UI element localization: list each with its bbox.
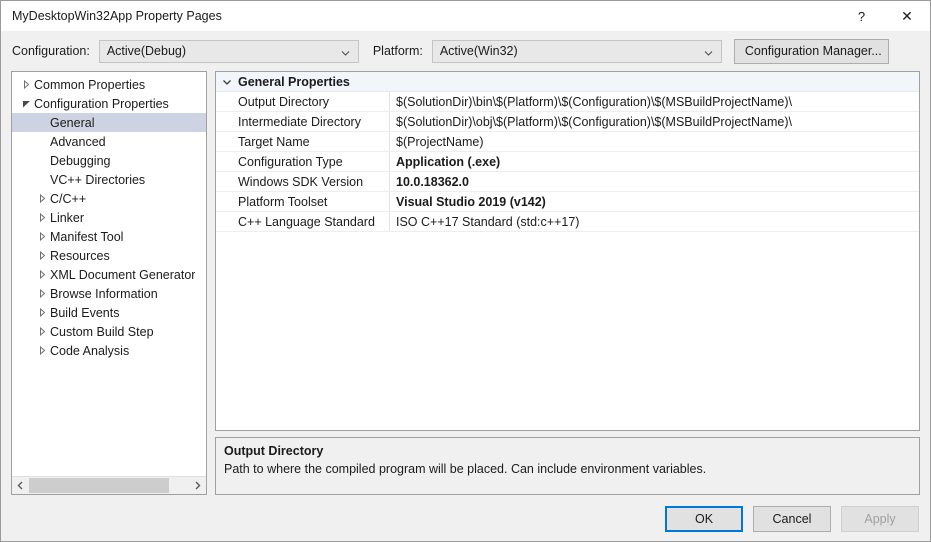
platform-dropdown[interactable]: Active(Win32) [431, 39, 722, 63]
grid-row[interactable]: Windows SDK Version 10.0.18362.0 [216, 172, 919, 192]
tree-item-c-c[interactable]: C/C++ [12, 189, 206, 208]
grid-row-name: Intermediate Directory [238, 112, 390, 131]
grid-category-header[interactable]: General Properties [216, 72, 919, 92]
scrollbar-track[interactable] [29, 477, 189, 494]
tree-item-label: C/C++ [50, 191, 87, 206]
expand-triangle-icon[interactable] [34, 232, 50, 241]
tree-item-debugging[interactable]: Debugging [12, 151, 206, 170]
platform-value: Active(Win32) [439, 44, 518, 58]
tree-item-label: VC++ Directories [50, 172, 146, 187]
tree-item-code-analysis[interactable]: Code Analysis [12, 341, 206, 360]
description-pane: Output Directory Path to where the compi… [215, 437, 920, 495]
tree-item-label: Debugging [50, 153, 111, 168]
tree-item-browse-information[interactable]: Browse Information [12, 284, 206, 303]
tree-item-label: XML Document Generator [50, 267, 196, 282]
grid-row-name: Windows SDK Version [238, 172, 390, 191]
tree-item-linker[interactable]: Linker [12, 208, 206, 227]
tree-item-common-properties[interactable]: Common Properties [12, 75, 206, 94]
tree-item-label: Linker [50, 210, 85, 225]
grid-rows: Output Directory $(SolutionDir)\bin\$(Pla… [216, 92, 919, 232]
tree-item-advanced[interactable]: Advanced [12, 132, 206, 151]
grid-row-value[interactable]: $(SolutionDir)\bin\$(Platform)\$(Configu… [390, 92, 919, 111]
tree-item-general[interactable]: General [12, 113, 206, 132]
title-bar: MyDesktopWin32App Property Pages ? ✕ [1, 1, 930, 31]
tree-item-manifest-tool[interactable]: Manifest Tool [12, 227, 206, 246]
grid-row-name: Output Directory [238, 92, 390, 111]
apply-button[interactable]: Apply [841, 505, 919, 532]
tree-item-label: Advanced [50, 134, 106, 149]
tree-item-label: Common Properties [34, 77, 146, 92]
tree-item-label: Browse Information [50, 286, 158, 301]
tree-horizontal-scrollbar[interactable] [12, 476, 206, 494]
cancel-button[interactable]: Cancel [753, 505, 831, 532]
grid-category-label: General Properties [238, 74, 350, 89]
description-title: Output Directory [224, 444, 324, 458]
grid-row-value[interactable]: 10.0.18362.0 [390, 172, 919, 191]
grid-row-value[interactable]: $(ProjectName) [390, 132, 919, 151]
ok-button[interactable]: OK [665, 505, 743, 532]
grid-row-value[interactable]: Visual Studio 2019 (v142) [390, 192, 919, 211]
tree-item-label: Code Analysis [50, 343, 130, 358]
expand-triangle-icon[interactable] [34, 251, 50, 260]
platform-label: Platform: [372, 44, 423, 58]
collapse-triangle-icon[interactable] [18, 99, 34, 108]
property-tree[interactable]: Common Properties Configuration Propertie… [12, 72, 206, 476]
chevron-down-icon[interactable] [216, 77, 238, 87]
expand-triangle-icon[interactable] [34, 346, 50, 355]
grid-row[interactable]: Target Name $(ProjectName) [216, 132, 919, 152]
title-bar-buttons: ? ✕ [839, 1, 930, 31]
grid-row-value[interactable]: Application (.exe) [390, 152, 919, 171]
grid-row[interactable]: Platform Toolset Visual Studio 2019 (v142… [216, 192, 919, 212]
property-pages-dialog: MyDesktopWin32App Property Pages ? ✕ Con… [0, 0, 931, 542]
help-button[interactable]: ? [839, 1, 884, 31]
grid-row[interactable]: C++ Language Standard ISO C++17 Standard … [216, 212, 919, 232]
grid-row[interactable]: Output Directory $(SolutionDir)\bin\$(Pla… [216, 92, 919, 112]
dialog-body: Common Properties Configuration Propertie… [1, 71, 930, 495]
tree-item-label: Configuration Properties [34, 96, 169, 111]
tree-item-label: Manifest Tool [50, 229, 124, 244]
configuration-dropdown[interactable]: Active(Debug) [98, 39, 359, 63]
grid-row-value[interactable]: ISO C++17 Standard (std:c++17) [390, 212, 919, 231]
expand-triangle-icon[interactable] [18, 80, 34, 89]
tree-item-configuration-properties[interactable]: Configuration Properties [12, 94, 206, 113]
grid-row-value[interactable]: $(SolutionDir)\obj\$(Platform)\$(Configu… [390, 112, 919, 131]
expand-triangle-icon[interactable] [34, 327, 50, 336]
grid-row[interactable]: Configuration Type Application (.exe) [216, 152, 919, 172]
window-title: MyDesktopWin32App Property Pages [12, 9, 222, 23]
configuration-label: Configuration: [12, 44, 90, 58]
tree-item-custom-build-step[interactable]: Custom Build Step [12, 322, 206, 341]
chevron-down-icon [704, 47, 713, 56]
tree-item-xml-document-generator[interactable]: XML Document Generator [12, 265, 206, 284]
expand-triangle-icon[interactable] [34, 308, 50, 317]
tree-item-build-events[interactable]: Build Events [12, 303, 206, 322]
grid-row-name: Configuration Type [238, 152, 390, 171]
chevron-down-icon [341, 47, 350, 56]
configuration-manager-button[interactable]: Configuration Manager... [733, 38, 889, 64]
configuration-bar: Configuration: Active(Debug) Platform: A… [1, 31, 930, 71]
grid-row[interactable]: Intermediate Directory $(SolutionDir)\obj… [216, 112, 919, 132]
close-icon[interactable]: ✕ [884, 1, 930, 31]
tree-item-label: General [50, 115, 95, 130]
property-tree-panel: Common Properties Configuration Propertie… [11, 71, 207, 495]
scrollbar-thumb[interactable] [29, 478, 169, 493]
tree-item-vc-directories[interactable]: VC++ Directories [12, 170, 206, 189]
scroll-right-icon[interactable] [189, 477, 206, 494]
grid-row-name: Platform Toolset [238, 192, 390, 211]
expand-triangle-icon[interactable] [34, 194, 50, 203]
tree-item-resources[interactable]: Resources [12, 246, 206, 265]
tree-item-label: Resources [50, 248, 110, 263]
grid-row-name: Target Name [238, 132, 390, 151]
expand-triangle-icon[interactable] [34, 270, 50, 279]
tree-item-label: Custom Build Step [50, 324, 154, 339]
dialog-footer: OK Cancel Apply [1, 495, 930, 542]
right-pane: General Properties Output Directory $(Sol… [215, 71, 920, 495]
property-grid[interactable]: General Properties Output Directory $(Sol… [215, 71, 920, 431]
grid-row-name: C++ Language Standard [238, 212, 390, 231]
configuration-value: Active(Debug) [106, 44, 187, 58]
expand-triangle-icon[interactable] [34, 289, 50, 298]
expand-triangle-icon[interactable] [34, 213, 50, 222]
tree-item-label: Build Events [50, 305, 120, 320]
scroll-left-icon[interactable] [12, 477, 29, 494]
description-text: Path to where the compiled program will … [224, 462, 707, 476]
